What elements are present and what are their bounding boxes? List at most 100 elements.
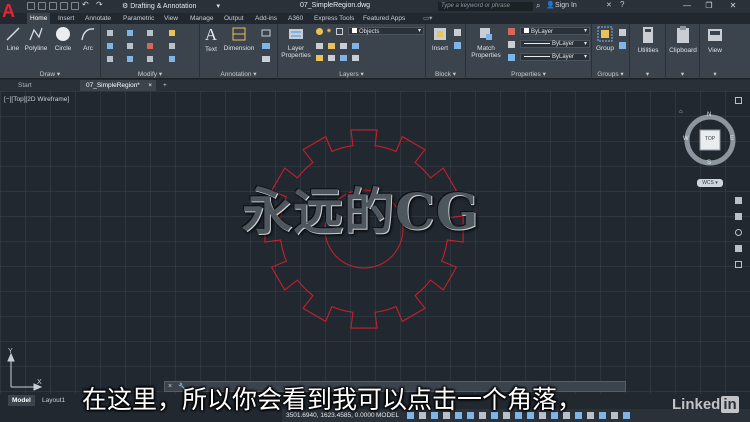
showmotion-icon[interactable] (735, 261, 742, 268)
pan-icon[interactable] (735, 213, 742, 220)
group-button[interactable]: Group (594, 26, 616, 52)
minimize-button[interactable]: — (678, 0, 696, 12)
dimension-button[interactable]: Dimension (222, 26, 256, 52)
tab-manage[interactable]: Manage (187, 13, 217, 24)
compass-south[interactable]: S (707, 160, 711, 166)
wcs-menu[interactable]: WCS ▾ (697, 179, 723, 187)
tab-a360[interactable]: A360 (285, 13, 306, 24)
block-panel-title[interactable]: Block ▾ (426, 70, 465, 78)
chevron-down-icon: ▾ (583, 28, 587, 34)
tab-annotate[interactable]: Annotate (82, 13, 114, 24)
save-icon[interactable] (49, 2, 57, 10)
insert-button[interactable]: Insert (429, 26, 451, 52)
tab-home[interactable]: Home (27, 13, 51, 24)
modify-panel-title[interactable]: Modify ▾ (101, 70, 199, 78)
lock-icon[interactable] (336, 28, 343, 35)
zoom-extents-icon[interactable] (735, 229, 742, 236)
compass-west[interactable]: W (683, 136, 689, 142)
layers-panel-title-text: Layers (339, 71, 359, 78)
layer-tools-icon[interactable] (316, 41, 420, 65)
viewcube-top-face[interactable]: TOP (700, 136, 720, 142)
groups-panel-title[interactable]: Groups ▾ (592, 70, 629, 78)
utilities-button[interactable]: Utilities (632, 26, 664, 54)
clipboard-dropdown-icon[interactable]: ▾ (666, 70, 699, 78)
viewport-controls[interactable]: [−][Top][2D Wireframe] (4, 96, 69, 103)
sun-icon[interactable]: ✷ (326, 28, 333, 35)
tab-featured-apps[interactable]: Featured Apps (360, 13, 408, 24)
match-properties-button[interactable]: Match Properties (468, 26, 504, 59)
tab-parametric[interactable]: Parametric (120, 13, 157, 24)
utilities-dropdown-icon[interactable]: ▾ (630, 70, 665, 78)
tab-start[interactable]: Start (12, 80, 80, 91)
search-input[interactable]: Type a keyword or phrase (438, 2, 533, 11)
annotation-small-tools-icon[interactable] (260, 28, 274, 64)
ribbon-options-icon[interactable]: ▭▾ (420, 13, 435, 24)
view-label: View (708, 47, 722, 54)
home-icon[interactable]: ⌂ (679, 109, 683, 115)
annotation-panel-title[interactable]: Annotation ▾ (200, 70, 277, 78)
redo-icon[interactable]: ↷ (96, 0, 103, 9)
print-icon[interactable] (71, 2, 79, 10)
workspace-dropdown[interactable]: ⚙ Drafting & Annotation ▾ (122, 2, 220, 11)
view-button[interactable]: View (702, 26, 728, 54)
color-swatch (524, 28, 529, 33)
group-edit-icon[interactable] (619, 42, 626, 49)
polyline-button[interactable]: Polyline (22, 26, 50, 52)
create-block-icon[interactable] (454, 29, 461, 36)
orbit-icon[interactable] (735, 245, 742, 252)
tab-layout1[interactable]: Layout1 (38, 395, 69, 406)
text-button[interactable]: A Text (202, 26, 220, 53)
autocad-logo[interactable]: A (2, 0, 20, 24)
layer-dropdown[interactable]: Objects ▾ (348, 27, 424, 35)
insert-label: Insert (431, 45, 449, 52)
circle-button[interactable]: Circle (52, 26, 74, 52)
close-icon[interactable]: × (148, 80, 152, 91)
edit-block-icon[interactable] (454, 42, 461, 49)
view-dropdown-icon[interactable]: ▾ (700, 70, 730, 78)
restore-button[interactable]: ❐ (700, 0, 718, 12)
line-label: Line (6, 45, 20, 52)
modify-tools-icon[interactable] (105, 28, 195, 64)
properties-panel-title[interactable]: Properties ▾ (466, 70, 591, 78)
exchange-icon[interactable]: ✕ (606, 1, 612, 9)
layers-panel-title[interactable]: Layers ▾ (278, 70, 425, 78)
tab-insert[interactable]: Insert (55, 13, 77, 24)
tab-express-tools[interactable]: Express Tools (311, 13, 357, 24)
polyline-icon (29, 27, 43, 41)
lineweight-dropdown-value: ByLayer (552, 41, 575, 47)
linetype-icon (508, 54, 515, 61)
tab-model[interactable]: Model (8, 395, 35, 406)
new-tab-button[interactable]: + (160, 80, 167, 91)
draw-panel-title-text: Draw (39, 71, 56, 78)
line-button[interactable]: Line (3, 26, 23, 52)
sign-in-button[interactable]: Sign In (555, 1, 577, 11)
tab-view[interactable]: View (161, 13, 181, 24)
ungroup-icon[interactable] (619, 29, 626, 36)
viewcube[interactable]: TOP N S E W (682, 112, 738, 168)
linetype-dropdown-value: ByLayer (552, 54, 575, 60)
steering-wheel-icon[interactable] (735, 197, 742, 204)
tab-current-drawing[interactable]: 07_SimpleRegion* × (80, 80, 156, 91)
lineweight-dropdown[interactable]: ByLayer ▾ (520, 40, 590, 48)
help-icon[interactable]: ? (620, 0, 624, 9)
new-file-icon[interactable] (27, 2, 35, 10)
undo-icon[interactable]: ↶ (82, 0, 89, 9)
clipboard-panel: Clipboard ▾ (666, 24, 700, 79)
layer-properties-button[interactable]: Layer Properties (280, 26, 312, 59)
save-as-icon[interactable] (60, 2, 68, 10)
binoculars-icon[interactable]: ⌕ (536, 1, 540, 11)
compass-north[interactable]: N (707, 112, 711, 118)
compass-east[interactable]: E (730, 136, 734, 142)
user-icon[interactable]: 👤 (546, 1, 555, 9)
full-navigation-wheel-icon[interactable] (735, 97, 742, 104)
clipboard-button[interactable]: Clipboard (667, 26, 699, 54)
tab-add-ins[interactable]: Add-ins (252, 13, 280, 24)
tab-output[interactable]: Output (221, 13, 247, 24)
arc-button[interactable]: Arc (77, 26, 99, 52)
color-dropdown[interactable]: ByLayer ▾ (520, 27, 590, 35)
draw-panel-title[interactable]: Draw ▾ (0, 70, 100, 78)
close-button[interactable]: ✕ (724, 0, 742, 12)
lightbulb-icon[interactable] (316, 28, 323, 35)
linetype-dropdown[interactable]: ByLayer ▾ (520, 53, 590, 61)
open-file-icon[interactable] (38, 2, 46, 10)
